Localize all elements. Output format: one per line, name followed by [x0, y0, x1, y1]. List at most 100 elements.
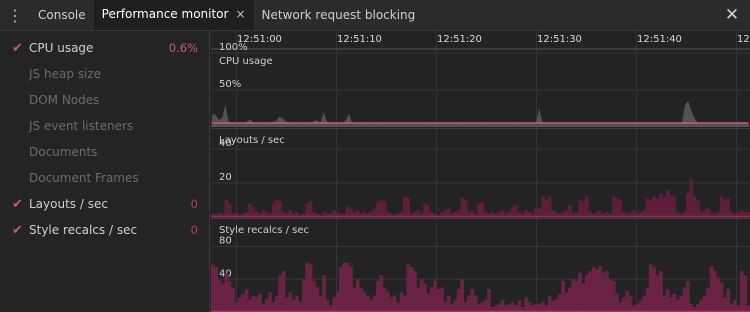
style-bar: [298, 302, 303, 312]
layouts-bar: [581, 201, 586, 217]
layouts-bar: [534, 206, 539, 217]
style-bar: [254, 297, 259, 312]
style-bar: [396, 302, 400, 312]
style-bar: [335, 291, 340, 312]
layouts-bar: [544, 200, 549, 217]
style-bar: [467, 295, 471, 312]
style-bar: [510, 302, 515, 312]
style-bar: [308, 264, 313, 312]
more-options-icon[interactable]: ⋮: [0, 0, 30, 30]
style-bar: [645, 287, 650, 312]
style-bar: [312, 280, 316, 312]
tab-performance-monitor-label: Performance monitor: [101, 7, 229, 21]
style-bar: [288, 292, 293, 312]
style-bar: [598, 266, 603, 312]
gridline-label: 100%: [219, 42, 248, 53]
layouts-bar: [349, 208, 353, 217]
layouts-bar: [510, 206, 515, 217]
style-bar: [426, 294, 431, 312]
style-bar: [379, 275, 384, 312]
style-bar: [716, 277, 720, 312]
style-bar: [483, 299, 488, 312]
metric-cpu-usage[interactable]: ✔ CPU usage 0.6%: [0, 35, 210, 61]
style-bar: [581, 283, 586, 312]
style-bar: [682, 287, 687, 312]
style-bar: [217, 279, 222, 312]
tab-bar: ⋮ Console Performance monitor × Network …: [0, 0, 750, 31]
style-bar: [541, 302, 545, 312]
metric-js-heap-size[interactable]: JS heap size: [0, 61, 210, 87]
style-bar: [709, 266, 714, 312]
layouts-bar: [372, 208, 377, 217]
layouts-bar: [376, 201, 380, 217]
gridline-label: 20: [219, 172, 232, 183]
metric-style-recalcs-sec[interactable]: ✔ Style recalcs / sec 0: [0, 217, 210, 243]
time-tick-label: 12:51:20: [437, 34, 482, 45]
style-bar: [413, 271, 417, 312]
layouts-bar: [426, 205, 431, 217]
metric-layouts-sec[interactable]: ✔ Layouts / sec 0: [0, 191, 210, 217]
layouts-bar: [514, 205, 518, 217]
layouts-bar: [706, 208, 710, 217]
style-bar: [719, 282, 724, 312]
style-bar: [264, 298, 269, 312]
style-bar: [440, 287, 444, 312]
style-bar: [332, 297, 336, 312]
style-bar: [456, 289, 461, 312]
style-bar: [325, 299, 330, 312]
layouts-bar: [689, 179, 694, 217]
style-bar: [352, 287, 357, 312]
style-bar: [500, 299, 505, 312]
time-tick-label: 12:51:30: [537, 34, 582, 45]
metric-documents[interactable]: Documents: [0, 139, 210, 165]
tab-network-request-blocking[interactable]: Network request blocking: [254, 0, 424, 30]
style-bar: [723, 297, 727, 312]
style-bar: [672, 294, 677, 312]
close-tab-icon[interactable]: ×: [235, 7, 245, 21]
layouts-bar: [271, 203, 276, 217]
metric-label: Layouts / sec: [29, 197, 108, 211]
layouts-bar: [460, 198, 464, 217]
layouts-bar: [648, 200, 653, 217]
tab-console[interactable]: Console: [30, 0, 94, 30]
style-bar: [281, 271, 286, 312]
layouts-bar: [278, 201, 283, 217]
style-bar: [355, 279, 360, 312]
style-bar: [231, 287, 235, 312]
layouts-bar: [379, 200, 384, 217]
style-bar: [578, 272, 582, 312]
style-bar: [527, 302, 532, 312]
style-bar: [453, 299, 458, 312]
tab-performance-monitor[interactable]: Performance monitor ×: [93, 0, 254, 30]
style-bar: [686, 280, 690, 312]
style-bar: [271, 302, 276, 312]
metric-dom-nodes[interactable]: DOM Nodes: [0, 87, 210, 113]
gridline-label: 80: [219, 236, 232, 247]
style-bar: [487, 289, 491, 312]
style-bar: [679, 295, 683, 312]
style-bar: [547, 295, 552, 312]
layouts-bar: [541, 196, 545, 217]
metric-document-frames[interactable]: Document Frames: [0, 165, 210, 191]
layouts-bar: [403, 196, 407, 217]
style-bar: [611, 280, 616, 312]
time-tick-label: 12:51:5: [737, 34, 750, 45]
style-bar: [372, 295, 377, 312]
metric-label: Documents: [29, 145, 98, 159]
style-bar: [605, 271, 609, 312]
layouts-bar: [251, 206, 256, 217]
style-bar: [221, 283, 225, 312]
style-bar: [359, 287, 363, 312]
time-tick-label: 12:51:10: [337, 34, 382, 45]
style-bar: [211, 264, 215, 312]
layouts-bar: [662, 196, 667, 217]
style-bar: [706, 287, 710, 312]
layouts-bar: [669, 194, 673, 217]
style-bar: [558, 294, 562, 312]
close-drawer-icon[interactable]: ✕: [714, 0, 750, 30]
metric-js-event-listeners[interactable]: JS event listeners: [0, 113, 210, 139]
metric-value: 0: [190, 223, 198, 237]
layouts-bar: [655, 198, 660, 217]
style-bar: [622, 297, 626, 312]
layouts-bar: [463, 200, 468, 217]
